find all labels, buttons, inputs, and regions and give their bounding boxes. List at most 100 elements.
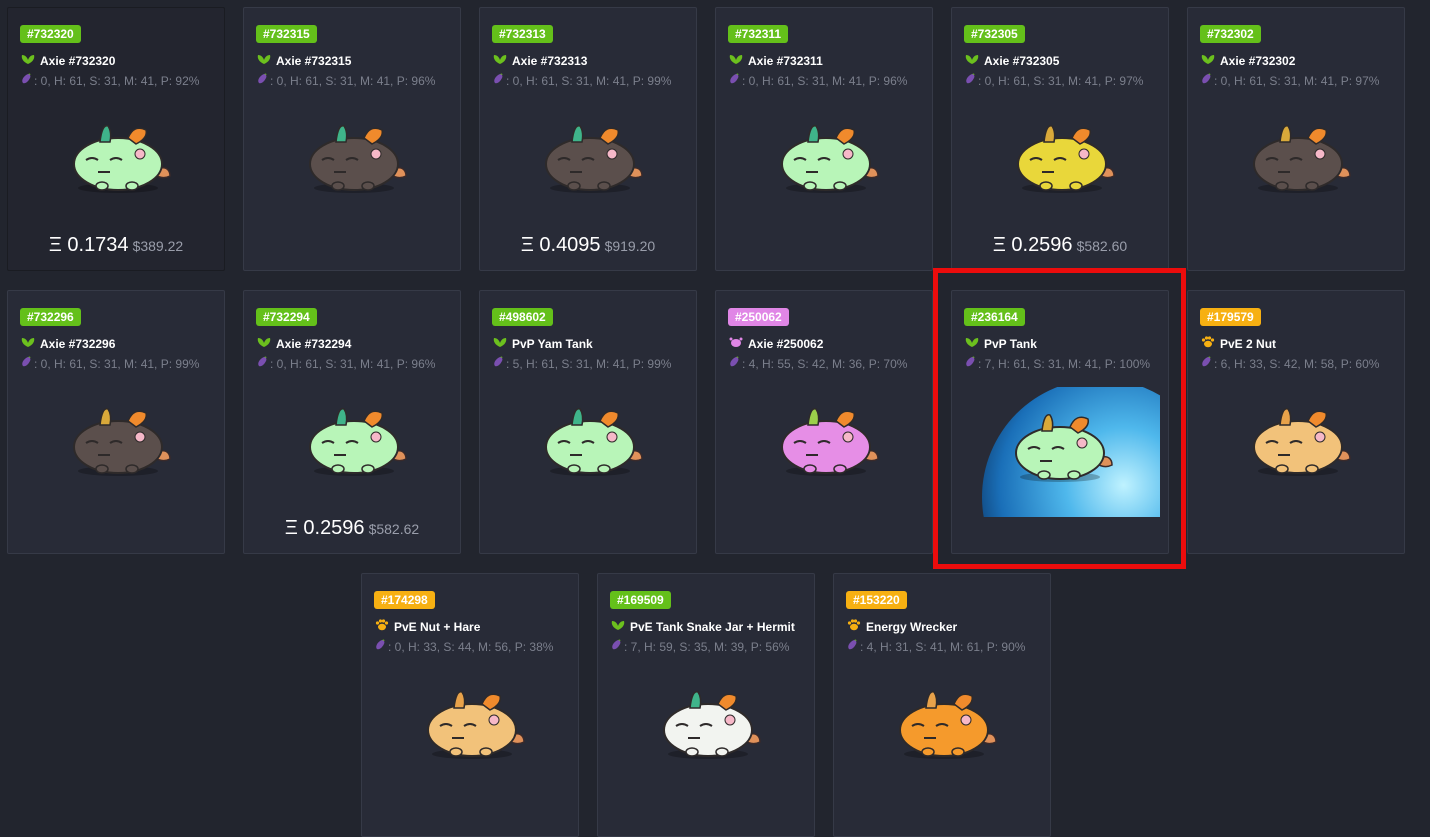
axie-stats-text: : 5, H: 61, S: 31, M: 41, P: 99%	[506, 356, 672, 371]
axie-name: Axie #732305	[984, 53, 1060, 68]
axie-title: PvP Yam Tank	[492, 336, 593, 351]
breed-egg-icon	[1200, 73, 1212, 88]
axie-id-badge: #498602	[492, 308, 553, 326]
axie-image	[770, 399, 882, 479]
axie-id-badge: #169509	[610, 591, 671, 609]
axie-title: Axie #732313	[492, 53, 587, 68]
axie-id-badge: #732320	[20, 25, 81, 43]
axie-id-badge: #732305	[964, 25, 1025, 43]
axie-card[interactable]: #732313 Axie #732313 : 0, H: 61, S: 31, M:…	[479, 7, 697, 271]
axie-card-grid: #732320 Axie #732320 : 0, H: 61, S: 31, M:…	[0, 0, 1430, 837]
axie-stats-text: : 0, H: 61, S: 31, M: 41, P: 97%	[1214, 73, 1380, 88]
axie-image	[1242, 399, 1354, 479]
axie-id-badge: #732315	[256, 25, 317, 43]
axie-image	[298, 399, 410, 479]
axie-name: PvE 2 Nut	[1220, 336, 1277, 351]
axie-card[interactable]: #732296 Axie #732296: 0, H: 61, S: 31, M:…	[7, 290, 225, 554]
axie-stats-text: : 0, H: 61, S: 31, M: 41, P: 99%	[34, 356, 200, 371]
axie-id-badge: #236164	[964, 308, 1025, 326]
axie-card[interactable]: #732315 Axie #732315 : 0, H: 61, S: 31, M:…	[243, 7, 461, 271]
axie-title: Energy Wrecker	[846, 619, 957, 634]
axie-title: Axie #250062	[728, 336, 823, 351]
axie-stats-text: : 7, H: 59, S: 35, M: 39, P: 56%	[624, 639, 790, 654]
breed-egg-icon	[492, 356, 504, 371]
axie-name: Axie #250062	[748, 336, 824, 351]
axie-stats-text: : 0, H: 61, S: 31, M: 41, P: 99%	[506, 73, 672, 88]
axie-image	[298, 116, 410, 196]
axie-id-badge: #732313	[492, 25, 553, 43]
axie-title: Axie #732315	[256, 53, 351, 68]
axie-price: Ξ 0.2596 $582.60	[952, 234, 1168, 257]
axie-card[interactable]: #153220 Energy Wrecker : 4, H: 31, S: 41, …	[833, 573, 1051, 837]
axie-stats-text: : 0, H: 33, S: 44, M: 56, P: 38%	[388, 639, 554, 654]
axie-card[interactable]: #732294 Axie #732294: 0, H: 61, S: 31, M:…	[243, 290, 461, 554]
axie-image	[888, 682, 1000, 762]
breed-egg-icon	[20, 73, 32, 88]
axie-stats: : 5, H: 61, S: 31, M: 41, P: 99%	[492, 356, 671, 371]
axie-title: Axie #732296	[20, 336, 115, 351]
plant-icon	[256, 336, 272, 351]
axie-card[interactable]: #732320 Axie #732320 : 0, H: 61, S: 31, M:…	[7, 7, 225, 271]
axie-name: Axie #732313	[512, 53, 588, 68]
axie-image	[534, 399, 646, 479]
axie-name: Energy Wrecker	[866, 619, 958, 634]
axie-name: PvP Yam Tank	[512, 336, 593, 351]
plant-icon	[728, 53, 744, 68]
breed-egg-icon	[964, 73, 976, 88]
axie-title: Axie #732320	[20, 53, 115, 68]
axie-name: PvE Nut + Hare	[394, 619, 481, 634]
axie-stats: : 6, H: 33, S: 42, M: 58, P: 60%	[1200, 356, 1379, 371]
axie-name: Axie #732311	[748, 53, 823, 68]
axie-price: Ξ 0.4095 $919.20	[480, 234, 696, 257]
axie-card[interactable]: #732311 Axie #732311: 0, H: 61, S: 31, M:…	[715, 7, 933, 271]
axie-id-badge: #174298	[374, 591, 435, 609]
axie-title: Axie #732305	[964, 53, 1059, 68]
eth-price: Ξ 0.2596	[284, 517, 365, 539]
axie-image	[770, 116, 882, 196]
breed-egg-icon	[728, 73, 740, 88]
axie-card[interactable]: #498602 PvP Yam Tank : 5, H: 61, S: 31, M:…	[479, 290, 697, 554]
axie-card[interactable]: #174298 PvE Nut + Hare : 0, H: 33, S: 44, …	[361, 573, 579, 837]
axie-id-badge: #250062	[728, 308, 789, 326]
usd-price: $582.60	[1076, 238, 1128, 254]
axie-stats-text: : 7, H: 61, S: 31, M: 41, P: 100%	[978, 356, 1151, 371]
plant-icon	[20, 336, 36, 351]
breed-egg-icon	[610, 639, 622, 654]
plant-icon	[492, 336, 508, 351]
paw-icon	[374, 619, 390, 634]
breed-egg-icon	[1200, 356, 1212, 371]
axie-image	[652, 682, 764, 762]
axie-card[interactable]: #169509 PvE Tank Snake Jar + Hermit: 7, H…	[597, 573, 815, 837]
plant-icon	[20, 53, 36, 68]
axie-name: Axie #732320	[40, 53, 116, 68]
axie-card[interactable]: #732305 Axie #732305 : 0, H: 61, S: 31, M:…	[951, 7, 1169, 271]
axie-stats: : 0, H: 61, S: 31, M: 41, P: 96%	[728, 73, 907, 88]
axie-card[interactable]: #236164 PvP Tank : 7, H: 61, S: 31, M: 41,…	[951, 290, 1169, 554]
axie-card[interactable]: #250062 Axie #250062 : 4, H: 55, S: 42, M:…	[715, 290, 933, 554]
axie-id-badge: #179579	[1200, 308, 1261, 326]
axie-id-badge: #153220	[846, 591, 907, 609]
eth-price: Ξ 0.2596	[992, 234, 1073, 256]
axie-stats: : 0, H: 61, S: 31, M: 41, P: 97%	[964, 73, 1143, 88]
axie-stats-text: : 0, H: 61, S: 31, M: 41, P: 92%	[34, 73, 200, 88]
axie-stats-text: : 4, H: 31, S: 41, M: 61, P: 90%	[860, 639, 1026, 654]
axie-image	[1242, 116, 1354, 196]
axie-stats: : 4, H: 55, S: 42, M: 36, P: 70%	[728, 356, 907, 371]
usd-price: $582.62	[368, 521, 420, 537]
axie-card[interactable]: #732302 Axie #732302: 0, H: 61, S: 31, M:…	[1187, 7, 1405, 271]
bug-icon	[728, 336, 744, 351]
axie-title: PvP Tank	[964, 336, 1037, 351]
axie-stats: : 0, H: 61, S: 31, M: 41, P: 97%	[1200, 73, 1379, 88]
axie-stats: : 0, H: 61, S: 31, M: 41, P: 92%	[20, 73, 199, 88]
breed-egg-icon	[256, 73, 268, 88]
sale-orb-image	[982, 387, 1160, 517]
axie-image	[416, 682, 528, 762]
axie-stats: : 0, H: 61, S: 31, M: 41, P: 96%	[256, 73, 435, 88]
axie-card[interactable]: #179579 PvE 2 Nut : 6, H: 33, S: 42, M: 58…	[1187, 290, 1405, 554]
plant-icon	[1200, 53, 1216, 68]
axie-stats-text: : 0, H: 61, S: 31, M: 41, P: 96%	[270, 356, 436, 371]
axie-stats-text: : 0, H: 61, S: 31, M: 41, P: 97%	[978, 73, 1144, 88]
axie-stats-text: : 4, H: 55, S: 42, M: 36, P: 70%	[742, 356, 908, 371]
axie-stats: : 0, H: 33, S: 44, M: 56, P: 38%	[374, 639, 553, 654]
axie-title: Axie #732294	[256, 336, 351, 351]
